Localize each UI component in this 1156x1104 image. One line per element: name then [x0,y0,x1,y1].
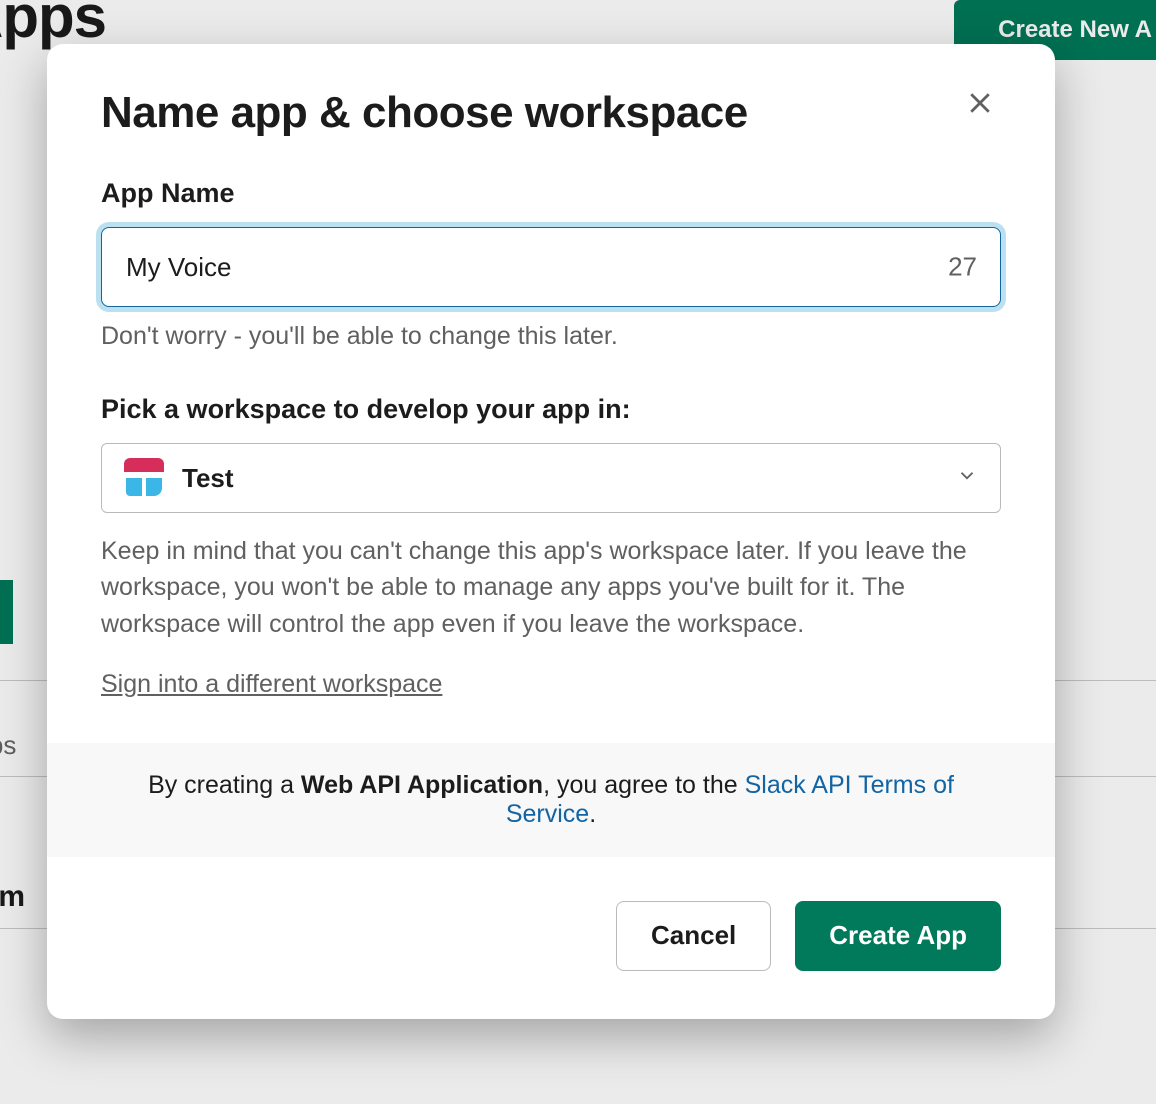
char-count: 27 [948,252,977,283]
tos-text-mid: , you agree to the [543,771,745,799]
workspace-value: Test [182,463,234,494]
modal-title: Name app & choose workspace [101,88,1001,138]
app-name-input-wrap: 27 [101,227,1001,307]
create-app-modal: Name app & choose workspace App Name 27 … [47,44,1055,1019]
tos-suffix: . [589,800,596,828]
tos-strong: Web API Application [301,771,543,799]
close-icon [965,88,995,118]
workspace-label: Pick a workspace to develop your app in: [101,394,1001,425]
app-name-input[interactable] [101,227,1001,307]
workspace-icon [124,458,164,498]
workspace-select[interactable]: Test [101,443,1001,513]
tos-bar: By creating a Web API Application, you a… [47,743,1055,857]
create-app-button[interactable]: Create App [795,901,1001,971]
cancel-button[interactable]: Cancel [616,901,771,971]
chevron-down-icon [956,465,978,492]
close-button[interactable] [965,88,1001,124]
app-name-label: App Name [101,178,1001,209]
signin-different-workspace-link[interactable]: Sign into a different workspace [101,670,442,699]
modal-footer: Cancel Create App [47,857,1055,1019]
tos-text-prefix: By creating a [148,771,301,799]
app-name-helper: Don't worry - you'll be able to change t… [101,319,1001,354]
workspace-note: Keep in mind that you can't change this … [101,533,1001,642]
